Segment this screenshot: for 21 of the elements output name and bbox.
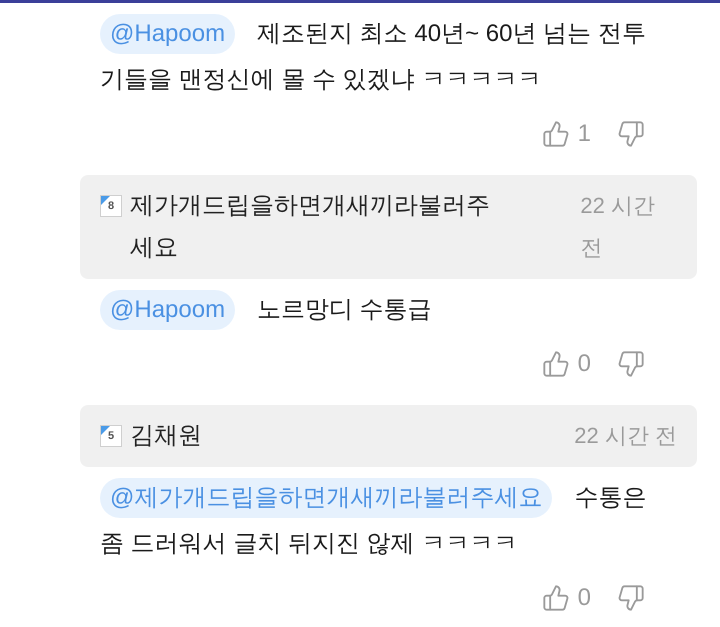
like-count: 0 xyxy=(578,583,591,613)
level-badge-icon: 5 xyxy=(100,425,122,448)
comment-time: 22 시간 전 xyxy=(580,192,656,262)
comment-text: @Hapoom 노르망디 수통급 xyxy=(80,279,697,333)
thumbs-up-icon[interactable] xyxy=(542,584,570,612)
mention-link[interactable]: @Hapoom xyxy=(100,14,236,54)
level-badge-icon: 8 xyxy=(100,195,122,218)
mention-link[interactable]: @제가개드립을하면개새끼라불러주세요 xyxy=(100,478,552,518)
thumbs-down-icon[interactable] xyxy=(617,584,645,612)
thumbs-up-icon[interactable] xyxy=(542,350,570,378)
comment-text: @Hapoom 제조된지 최소 40년~ 60년 넘는 전투기들을 맨정신에 몰 수 있겠냐 ㅋㅋㅋㅋㅋ xyxy=(80,3,697,103)
username[interactable]: 제가개드립을하면개새끼라불러주세요 xyxy=(130,185,540,269)
comment-time: 22 시간 전 xyxy=(574,422,677,450)
username[interactable]: 김채원 xyxy=(130,415,232,457)
mention-link[interactable]: @Hapoom xyxy=(100,290,236,330)
like-count: 0 xyxy=(578,349,591,379)
thumbs-down-icon[interactable] xyxy=(617,120,645,148)
like-count: 1 xyxy=(578,119,591,149)
thumbs-up-icon[interactable] xyxy=(542,120,570,148)
thumbs-down-icon[interactable] xyxy=(617,350,645,378)
comment-text: @제가개드립을하면개새끼라불러주세요 수통은 좀 드러워서 글치 뒤지진 않제 ㅋㅋㅋㅋ xyxy=(80,467,697,567)
